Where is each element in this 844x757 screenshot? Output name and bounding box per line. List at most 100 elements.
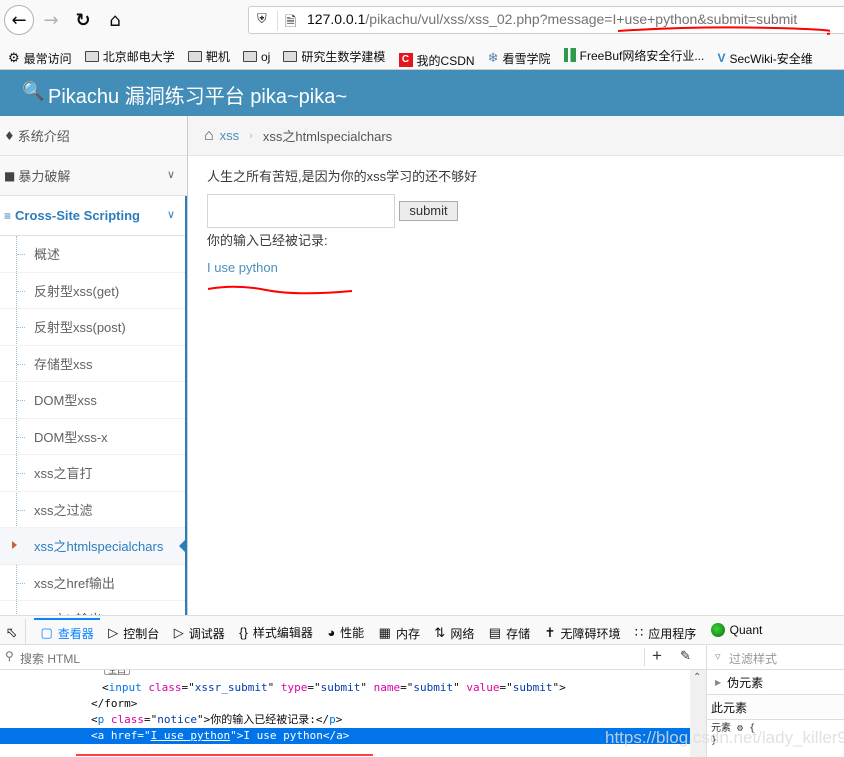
bookmark-secwiki[interactable]: V SecWiki-安全维 [717, 43, 812, 69]
bookmark-folder-oj[interactable]: oj [242, 42, 270, 70]
bookmark-folder-target[interactable]: 靶机 [187, 42, 230, 70]
markup-line-a-selected[interactable]: <a href="I use python">I use python</a> [0, 728, 690, 744]
markup-line-form-close[interactable]: </form> [0, 696, 690, 712]
eyedropper-icon[interactable]: ✎ [680, 648, 691, 664]
bookmark-most-visited[interactable]: ⚙ 最常访问 [8, 43, 72, 69]
this-element-header: 此元素 [707, 695, 844, 720]
breadcrumb-current: xss之htmlspecialchars [262, 129, 393, 144]
gauge-icon: ◕ [327, 625, 336, 640]
submenu-item-reflected-get[interactable]: 反射型xss(get) [0, 273, 187, 309]
home-icon[interactable]: ⌂ [204, 127, 214, 145]
devtools-tab-performance[interactable]: ◕ 性能 [327, 619, 364, 645]
notice-text: 你的输入已经被记录: [207, 233, 328, 248]
attr-name: class [148, 681, 182, 694]
braces-icon: {} [239, 625, 248, 640]
html-search-bar[interactable]: ⚲ 搜索 HTML + ✎ [0, 645, 706, 670]
devtools-tab-quant[interactable]: Quant [710, 616, 762, 644]
element-picker-button[interactable]: ⬁ [4, 618, 26, 644]
devtools-tab-network[interactable]: ⇅ 网络 [434, 619, 474, 644]
gear-icon[interactable]: ⚙ [737, 723, 743, 734]
submenu-item-js-output[interactable]: xss之js输出 [0, 601, 187, 616]
pseudo-elements-toggle[interactable]: ▶ 伪元素 [707, 670, 844, 695]
folder-icon [283, 51, 298, 62]
bookmarks-bar: ⚙ 最常访问 北京邮电大学 靶机 oj 研究生数学建模 C 我的CSDN ❄ 看雪学院… [0, 40, 844, 70]
submenu-item-href-output[interactable]: xss之href输出 [0, 565, 187, 601]
devtools-tab-debugger[interactable]: ▷ 调试器 [174, 619, 225, 644]
bookmark-kanxue[interactable]: ❄ 看雪学院 [488, 43, 551, 69]
url-path: /pikachu/vul/xss/xss_02.php?message=I+us… [365, 11, 798, 27]
rules-filter-bar[interactable]: ▿ 过滤样式 [706, 645, 844, 670]
search-html-placeholder[interactable]: 搜索 HTML [20, 650, 80, 667]
breadcrumb: ⌂ xss › xss之htmlspecialchars [188, 116, 844, 156]
submenu-item-blind[interactable]: xss之盲打 [0, 455, 187, 492]
folder-icon [242, 51, 257, 62]
forward-button[interactable]: → [36, 5, 66, 35]
attr-value: submit [320, 681, 361, 694]
sidebar-item-system-intro[interactable]: ♦ 系统介绍 [0, 116, 187, 156]
filter-styles-placeholder[interactable]: 过滤样式 [729, 650, 777, 667]
tree-dash [17, 509, 25, 511]
markup-line-input[interactable]: <input class="xssr_submit" type="submit"… [0, 680, 690, 696]
url-host: 127.0.0.1 [307, 11, 366, 27]
submenu-item-dom[interactable]: DOM型xss [0, 382, 187, 419]
bookmark-folder-math-modeling[interactable]: 研究生数学建模 [283, 42, 385, 70]
devtools-tab-inspector[interactable]: ▢ 查看器 [34, 618, 101, 644]
tree-dash [17, 473, 25, 474]
markup-scrollbar[interactable]: ⌃ [690, 670, 706, 757]
attr-name: name [373, 681, 401, 694]
tag-name: p [329, 713, 336, 726]
submenu-item-dom-x[interactable]: DOM型xss-x [0, 419, 187, 455]
tag-name: input [108, 681, 142, 694]
page-icon[interactable]: 🗎 [285, 11, 296, 35]
divider [644, 648, 645, 666]
devtools-tab-application[interactable]: ∷ 应用程序 [635, 619, 696, 644]
submit-button[interactable]: submit [399, 201, 458, 221]
home-button[interactable]: ⌂ [100, 5, 130, 35]
rules-panel: ▶ 伪元素 此元素 元素 ⚙ {} [706, 670, 844, 757]
attr-value: submit [512, 681, 553, 694]
network-icon: ⇅ [434, 625, 446, 640]
element-rule[interactable]: 元素 ⚙ {} [707, 720, 844, 747]
markup-line-p[interactable]: <p class="notice">你的输入已经被记录:</p> [0, 712, 690, 728]
scroll-up-icon[interactable]: ⌃ [693, 672, 701, 683]
devtools-tab-accessibility[interactable]: ✝ 无障碍环境 [545, 619, 621, 644]
add-node-button[interactable]: + [652, 646, 662, 666]
breadcrumb-link-xss[interactable]: xss [220, 128, 240, 143]
submenu-item-htmlspecialchars[interactable]: xss之htmlspecialchars [0, 528, 187, 565]
sidebar-item-xss[interactable]: ≡ Cross-Site Scripting ∨ [0, 196, 187, 236]
devtools-tab-memory[interactable]: ▦ 内存 [378, 619, 420, 644]
intro-text: 人生之所有苦短,是因为你的xss学习的还不够好 [207, 169, 478, 184]
tree-dash [17, 436, 25, 438]
folder-icon [187, 51, 202, 62]
red-annotation-underline [207, 285, 353, 295]
divider [277, 11, 278, 31]
brace-close: } [711, 735, 718, 746]
memory-icon: ▦ [378, 625, 391, 640]
attr-value-link[interactable]: I use python [151, 729, 230, 742]
submenu-item-stored[interactable]: 存储型xss [0, 346, 187, 382]
filter-icon: ▿ [715, 651, 721, 663]
bookmark-folder-bupt[interactable]: 北京邮电大学 [84, 42, 175, 70]
brace-open: { [749, 723, 756, 734]
reload-button[interactable]: ↻ [68, 5, 98, 35]
url-bar[interactable]: ⛨ 🗎 127.0.0.1/pikachu/vul/xss/xss_02.php… [248, 6, 844, 34]
submenu-item-overview[interactable]: 概述 [0, 236, 187, 273]
triangle-right-icon: ▶ [715, 677, 722, 687]
site-title[interactable]: Pikachu 漏洞练习平台 pika~pika~ [48, 80, 347, 109]
chevron-down-icon: ∨ [166, 168, 175, 181]
result-link[interactable]: I use python [207, 260, 278, 275]
sidebar-item-brute-force[interactable]: ■ 暴力破解 ∨ [0, 156, 187, 196]
devtools-tab-style-editor[interactable]: {} 样式编辑器 [239, 619, 313, 645]
submenu-item-filter[interactable]: xss之过滤 [0, 492, 187, 528]
submenu-item-reflected-post[interactable]: 反射型xss(post) [0, 309, 187, 346]
bookmark-csdn[interactable]: C 我的CSDN [398, 45, 475, 69]
url-text[interactable]: 127.0.0.1/pikachu/vul/xss/xss_02.php?mes… [307, 11, 797, 27]
markup-line-whitespace[interactable]: 空白 [0, 670, 690, 680]
bookmark-freebuf[interactable]: FreeBuf网络安全行业... [563, 40, 704, 69]
back-button[interactable]: ← [4, 5, 34, 35]
shield-icon[interactable]: ⛨ [257, 12, 271, 28]
devtools-tab-console[interactable]: ▷ 控制台 [108, 619, 159, 644]
devtools-tab-storage[interactable]: ▤ 存储 [489, 619, 530, 644]
red-annotation-underline [76, 754, 373, 756]
message-input[interactable] [207, 194, 395, 228]
